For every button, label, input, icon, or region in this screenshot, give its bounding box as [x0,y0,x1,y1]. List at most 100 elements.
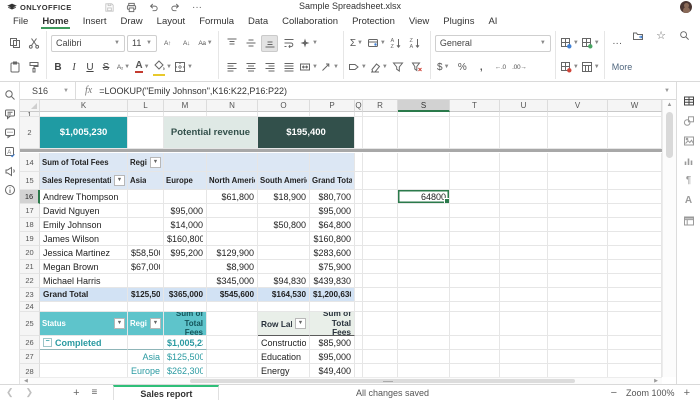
cell-K27[interactable] [40,350,128,364]
cell-O28[interactable]: Energy [258,364,310,378]
cell-S24[interactable] [398,302,450,312]
cell-O18[interactable]: $50,800 [258,218,310,232]
column-header-P[interactable]: P [310,100,355,112]
row-header-27[interactable]: 27 [20,350,40,364]
orientation-icon[interactable]: ▼ [320,59,339,76]
cell-Q14[interactable] [355,153,363,172]
cell-V18[interactable] [548,218,608,232]
cell-R26[interactable] [363,336,398,350]
zoom-in-button[interactable]: + [684,387,690,399]
menu-tab-data[interactable]: Data [241,14,275,29]
cell-L25[interactable]: Region▼ [128,312,164,336]
sheet-nav-next-button[interactable]: ❯ [20,387,40,398]
cell-N27[interactable] [207,350,258,364]
cell-Q22[interactable] [355,274,363,288]
row-header-17[interactable]: 17 [20,204,40,218]
cell-K26[interactable]: − Completed [40,336,128,350]
cell-N17[interactable] [207,204,258,218]
cell-K28[interactable] [40,364,128,378]
menu-tab-protection[interactable]: Protection [345,14,402,29]
cell-T22[interactable] [450,274,500,288]
cell-L2[interactable] [128,117,164,149]
cell-R15[interactable] [363,172,398,190]
column-header-L[interactable]: L [128,100,164,112]
textart-settings-icon[interactable]: A [682,194,695,207]
cell-L16[interactable] [128,190,164,204]
sheet-tab-sales-report[interactable]: Sales report [113,385,220,400]
cell-P18[interactable]: $64,800 [310,218,355,232]
align-right-icon[interactable] [261,59,278,76]
cell-T2[interactable] [450,117,500,149]
cell-M22[interactable] [164,274,207,288]
banner-total-fees[interactable]: $1,005,230 [40,117,128,149]
cell-S25[interactable] [398,312,450,336]
bold-button[interactable]: B [51,59,65,76]
insert-cells-icon[interactable]: ▼ [560,35,579,52]
cell-L22[interactable] [128,274,164,288]
cell-L27[interactable]: Asia [128,350,164,364]
cell-L28[interactable]: Europe [128,364,164,378]
cell-P21[interactable]: $75,900 [310,260,355,274]
cell-M16[interactable] [164,190,207,204]
cell-L20[interactable]: $58,500 [128,246,164,260]
menu-tab-home[interactable]: Home [35,14,75,29]
ai-magic-icon[interactable]: ▼ [299,35,318,52]
cell-O21[interactable] [258,260,310,274]
cell-name-box[interactable]: S16 ▼ [20,82,76,99]
cell-S22[interactable] [398,274,450,288]
cell-S2[interactable] [398,117,450,149]
cell-L21[interactable]: $67,000 [128,260,164,274]
menu-tab-collaboration[interactable]: Collaboration [275,14,345,29]
cell-T26[interactable] [450,336,500,350]
cell-P24[interactable] [310,302,355,312]
row-header-16[interactable]: 16 [20,190,40,204]
cell-R28[interactable] [363,364,398,378]
cell-W22[interactable] [608,274,662,288]
cell-T23[interactable] [450,288,500,302]
cell-Q2[interactable] [355,117,363,149]
cell-S21[interactable] [398,260,450,274]
add-sheet-button[interactable]: + [67,387,85,399]
font-name-combo[interactable]: Calibri ▼ [51,34,125,52]
cell-P26[interactable]: $85,900 [310,336,355,350]
cell-M28[interactable]: $262,300 [164,364,207,378]
cell-K19[interactable]: James Wilson [40,232,128,246]
filter-icon[interactable] [390,59,407,76]
print-button[interactable] [125,1,137,13]
sheet-nav-prev-button[interactable]: ❮ [0,387,20,398]
cell-V22[interactable] [548,274,608,288]
column-header-N[interactable]: N [207,100,258,112]
cell-W27[interactable] [608,350,662,364]
cell-N19[interactable] [207,232,258,246]
cell-N16[interactable]: $61,800 [207,190,258,204]
column-header-S[interactable]: S [398,100,450,112]
align-middle-icon[interactable] [242,35,259,52]
clear-filter-icon[interactable] [409,59,426,76]
cell-W14[interactable] [608,153,662,172]
filter-dropdown-icon[interactable]: ▼ [114,318,125,329]
cell-L18[interactable] [128,218,164,232]
cell-R2[interactable] [363,117,398,149]
cell-S19[interactable] [398,232,450,246]
cell-N15[interactable]: North America [207,172,258,190]
row-header-14[interactable]: 14 [20,153,40,172]
cell-Q19[interactable] [355,232,363,246]
clear-icon[interactable]: ▼ [348,59,367,76]
cell-Q27[interactable] [355,350,363,364]
font-decrease-icon[interactable]: A↓ [178,35,195,52]
merge-cells-icon[interactable]: ▼ [299,59,318,76]
percent-style-icon[interactable]: % [454,59,471,76]
delete-cells-icon[interactable]: ▼ [560,59,579,76]
currency-style-icon[interactable]: $ ▼ [435,59,452,76]
zoom-out-button[interactable]: − [611,387,617,399]
cell-M19[interactable]: $160,800 [164,232,207,246]
cell-W17[interactable] [608,204,662,218]
cell-W20[interactable] [608,246,662,260]
cell-M17[interactable]: $95,000 [164,204,207,218]
cell-R27[interactable] [363,350,398,364]
cell-M27[interactable]: $125,500 [164,350,207,364]
cell-V25[interactable] [548,312,608,336]
cell-V21[interactable] [548,260,608,274]
cell-P15[interactable]: Grand Total [310,172,355,190]
cell-W26[interactable] [608,336,662,350]
